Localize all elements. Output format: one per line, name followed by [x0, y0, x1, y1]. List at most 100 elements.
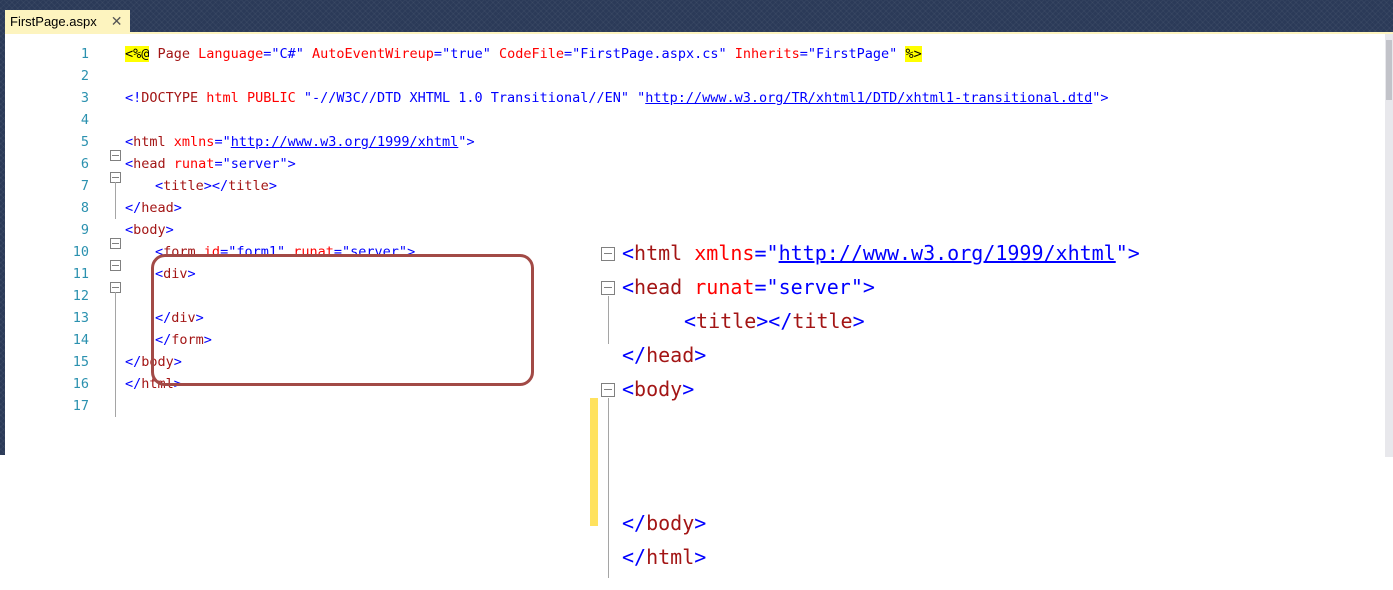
line-number: 9	[80, 222, 89, 238]
bracket: >	[287, 156, 296, 172]
bracket: >	[173, 200, 182, 216]
code-line-1: <%@ Page Language="C#" AutoEventWireup="…	[125, 43, 922, 65]
bracket: >	[682, 377, 695, 401]
tag-name: title	[696, 309, 757, 333]
bracket: ></	[756, 309, 793, 333]
tab-firstpage-aspx[interactable]: FirstPage.aspx ✕	[5, 10, 131, 32]
doctype-url-link[interactable]: http://www.w3.org/TR/xhtml1/DTD/xhtml1-t…	[645, 90, 1092, 106]
doctype-public: PUBLIC	[246, 90, 296, 106]
code-line-8: </head>	[125, 197, 182, 219]
line-number: 12	[72, 288, 89, 304]
line-number: 1	[80, 46, 89, 62]
tag-name: html	[634, 241, 683, 265]
tab-title: FirstPage.aspx	[10, 13, 97, 29]
bracket: <	[684, 309, 697, 333]
equals: =	[754, 241, 767, 265]
tag-name: head	[133, 156, 166, 172]
attribute-value: "FirstPage"	[807, 46, 898, 62]
fold-guide	[115, 182, 116, 219]
line-number: 3	[80, 90, 89, 106]
equals: =	[754, 275, 767, 299]
directive-name: Page	[149, 46, 199, 62]
bracket: <	[622, 377, 635, 401]
bracket: <	[622, 241, 635, 265]
bracket: <	[125, 156, 134, 172]
vertical-scrollbar[interactable]	[1385, 34, 1393, 457]
bracket: >	[694, 511, 707, 535]
bracket: >	[852, 309, 865, 333]
collapse-icon	[601, 383, 615, 397]
bracket: </	[125, 200, 142, 216]
line-number: 6	[80, 156, 89, 172]
tag-name: body	[646, 511, 695, 535]
doctype-keyword: DOCTYPE	[141, 90, 199, 106]
bracket: ></	[203, 178, 229, 194]
zoom-line-head: <head runat="server">	[622, 270, 875, 304]
equals: =	[214, 156, 223, 172]
bracket: >	[694, 545, 707, 569]
code-line-9: <body>	[125, 219, 174, 241]
bracket: >	[862, 275, 875, 299]
quote: "	[766, 241, 779, 265]
tag-name: title	[163, 178, 204, 194]
bracket: </	[622, 343, 647, 367]
bracket: </	[622, 511, 647, 535]
zoom-line-body-close: </body>	[622, 506, 706, 540]
collapse-icon[interactable]	[110, 238, 121, 249]
attribute-name: xmlns	[694, 241, 755, 265]
zoom-line-title: <title></title>	[684, 304, 865, 338]
quote: "	[1115, 241, 1128, 265]
attribute-value: "true"	[442, 46, 491, 62]
bracket: >	[694, 343, 707, 367]
bracket: </	[622, 545, 647, 569]
attribute-value: "FirstPage.aspx.cs"	[572, 46, 727, 62]
line-number: 11	[72, 266, 89, 282]
bracket: >	[165, 222, 174, 238]
collapse-icon[interactable]	[110, 260, 121, 271]
fold-guide	[115, 292, 116, 417]
collapse-icon	[601, 281, 615, 295]
tag-name: head	[646, 343, 695, 367]
tag-name: body	[634, 377, 683, 401]
equals: =	[433, 46, 443, 62]
zoom-line-head-close: </head>	[622, 338, 706, 372]
close-icon[interactable]: ✕	[111, 13, 123, 30]
change-marker-bar	[590, 398, 598, 526]
fold-guide	[608, 398, 609, 578]
attribute-value: "C#"	[271, 46, 304, 62]
line-number: 7	[80, 178, 89, 194]
tag-name: head	[634, 275, 683, 299]
line-number: 2	[80, 68, 89, 84]
ide-window: FirstPage.aspx ✕ 1 2 3 4 5 6 7 8 9 10 11…	[0, 0, 1393, 457]
equals: =	[214, 134, 223, 150]
collapse-icon[interactable]	[110, 150, 121, 161]
bracket: <	[622, 275, 635, 299]
attribute-name: runat	[694, 275, 755, 299]
xmlns-url-link: http://www.w3.org/1999/xhtml	[778, 241, 1116, 265]
zoom-line-body: <body>	[622, 372, 694, 406]
line-number: 13	[72, 310, 89, 326]
code-line-3: <!DOCTYPE html PUBLIC "-//W3C//DTD XHTML…	[125, 87, 1109, 109]
line-number: 5	[80, 134, 89, 150]
tag-name: head	[141, 200, 174, 216]
attribute-name: AutoEventWireup	[312, 46, 434, 62]
doctype-fpi: "-//W3C//DTD XHTML 1.0 Transitional//EN"	[295, 90, 638, 106]
equals: =	[799, 46, 808, 62]
attribute-name: xmlns	[173, 134, 215, 150]
bracket: <!	[125, 90, 142, 106]
attribute-name: Inherits	[734, 46, 800, 62]
xmlns-url-link[interactable]: http://www.w3.org/1999/xhtml	[231, 134, 459, 150]
line-number: 10	[72, 244, 89, 260]
equals: =	[564, 46, 573, 62]
code-line-6: <head runat="server">	[125, 153, 296, 175]
zoom-line-html: <html xmlns="http://www.w3.org/1999/xhtm…	[622, 236, 1140, 270]
line-number: 8	[80, 200, 89, 216]
line-number: 15	[72, 354, 89, 370]
line-number: 16	[72, 376, 89, 392]
